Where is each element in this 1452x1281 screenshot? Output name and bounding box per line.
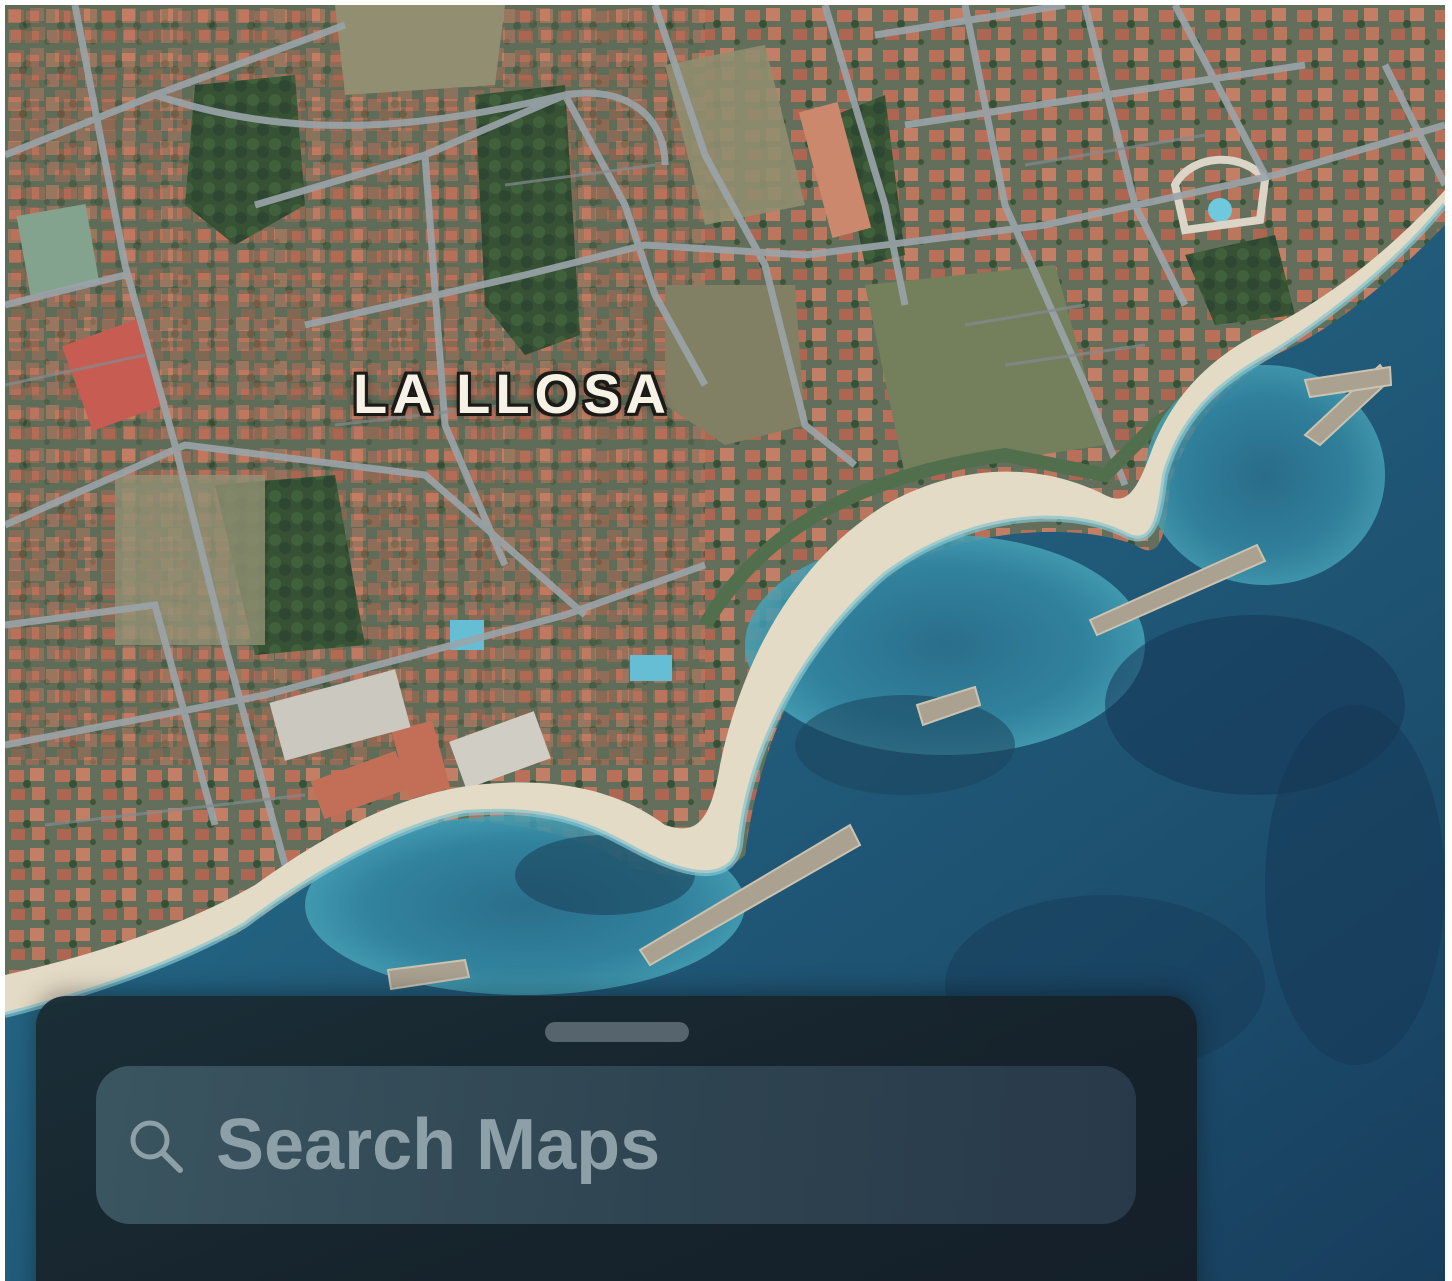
map-view[interactable]: LA LLOSA Search Maps bbox=[5, 5, 1445, 1281]
search-icon bbox=[126, 1116, 188, 1178]
sheet-grabber-handle[interactable] bbox=[545, 1022, 689, 1042]
place-label-la-llosa[interactable]: LA LLOSA bbox=[353, 361, 671, 426]
search-placeholder[interactable]: Search Maps bbox=[216, 1104, 660, 1186]
search-input[interactable]: Search Maps bbox=[96, 1066, 1136, 1224]
search-sheet[interactable]: Search Maps bbox=[36, 996, 1197, 1281]
